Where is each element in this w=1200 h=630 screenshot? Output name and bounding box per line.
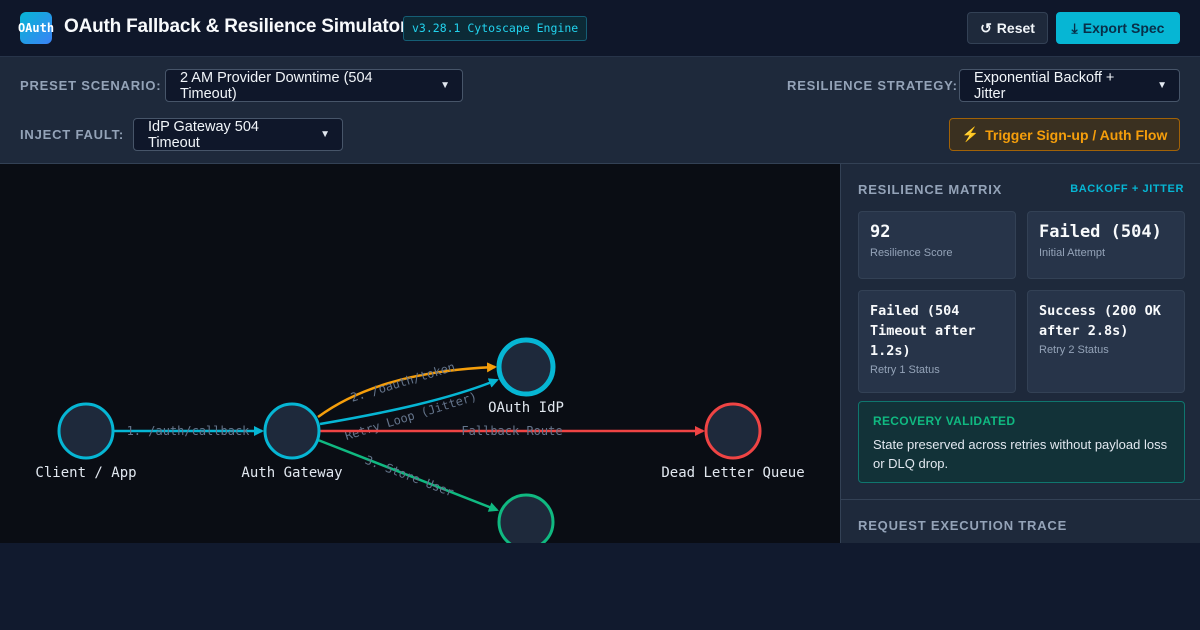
recovery-status-box: RECOVERY VALIDATED State preserved acros… <box>858 401 1185 483</box>
edge-client-gateway[interactable]: 1. /auth/callback <box>114 424 264 438</box>
initial-attempt-value: Failed (504) <box>1039 222 1162 242</box>
flow-graph-svg: 1. /auth/callback 2. /oauth/token Retry … <box>35 337 805 543</box>
resilience-score-card: 92 Resilience Score <box>858 211 1016 279</box>
control-bar: PRESET SCENARIO: 2 AM Provider Downtime … <box>0 57 1200 164</box>
edge-gateway-idp-token[interactable]: 2. /oauth/token <box>317 360 497 419</box>
resilience-strategy-label: RESILIENCE STRATEGY: <box>787 78 958 93</box>
recovery-title: RECOVERY VALIDATED <box>873 414 1016 428</box>
chevron-down-icon: ▼ <box>1157 80 1167 91</box>
preset-scenario-value: 2 AM Provider Downtime (504 Timeout) <box>180 69 373 102</box>
retry-2-value: Success (200 OK after 2.8s) <box>1039 303 1161 339</box>
flow-graph-canvas[interactable]: 1. /auth/callback 2. /oauth/token Retry … <box>0 164 840 543</box>
app-header: OAuth OAuth Fallback & Resilience Simula… <box>0 0 1200 57</box>
reset-button[interactable]: ↺ Reset <box>967 12 1048 44</box>
export-spec-button[interactable]: ⤓ Export Spec <box>1056 12 1180 44</box>
resilience-side-panel: RESILIENCE MATRIX BACKOFF + JITTER 92 Re… <box>840 164 1200 543</box>
version-badge: v3.28.1 Cytoscape Engine <box>403 16 588 41</box>
node-user-store[interactable] <box>497 493 555 543</box>
node-dead-letter-queue[interactable]: Dead Letter Queue <box>661 402 805 481</box>
inject-fault-value: IdP Gateway 504 Timeout <box>148 118 259 151</box>
node-label: Dead Letter Queue <box>661 465 804 481</box>
node-oauth-idp[interactable]: OAuth IdP <box>488 337 564 416</box>
inject-fault-select[interactable]: IdP Gateway 504 Timeout ▼ <box>133 118 343 151</box>
initial-attempt-card: Failed (504) Initial Attempt <box>1027 211 1185 279</box>
node-label: Auth Gateway <box>241 465 342 481</box>
trigger-label: Trigger Sign-up / Auth Flow <box>985 126 1168 143</box>
chevron-down-icon: ▼ <box>440 80 450 91</box>
resilience-matrix-title: RESILIENCE MATRIX <box>858 182 1003 197</box>
node-label: Client / App <box>35 465 136 481</box>
retry-1-card: Failed (504 Timeout after 1.2s) Retry 1 … <box>858 290 1016 393</box>
edge-label: 1. /auth/callback <box>127 424 251 438</box>
strategy-tag: BACKOFF + JITTER <box>1070 183 1184 195</box>
download-icon: ⤓ <box>1071 19 1078 36</box>
node-client-app[interactable]: Client / App <box>35 402 137 481</box>
trigger-auth-flow-button[interactable]: ⚡ Trigger Sign-up / Auth Flow <box>949 118 1180 151</box>
oauth-logo-icon: OAuth <box>18 12 54 44</box>
edge-gateway-store-user[interactable]: 3. Store User <box>317 438 499 512</box>
retry-2-card: Success (200 OK after 2.8s) Retry 2 Stat… <box>1027 290 1185 393</box>
export-label: Export Spec <box>1082 20 1165 36</box>
resilience-strategy-value: Exponential Backoff + Jitter <box>974 69 1115 102</box>
preset-scenario-label: PRESET SCENARIO: <box>20 78 162 93</box>
resilience-strategy-select[interactable]: Exponential Backoff + Jitter ▼ <box>959 69 1180 102</box>
app-title: OAuth Fallback & Resilience Simulator <box>64 16 408 37</box>
resilience-score-caption: Resilience Score <box>870 247 953 259</box>
execution-trace-title: REQUEST EXECUTION TRACE <box>858 518 1068 533</box>
chevron-down-icon: ▼ <box>320 129 330 140</box>
preset-scenario-select[interactable]: 2 AM Provider Downtime (504 Timeout) ▼ <box>165 69 463 102</box>
retry-1-caption: Retry 1 Status <box>870 364 940 376</box>
retry-2-caption: Retry 2 Status <box>1039 344 1109 356</box>
section-divider <box>841 499 1200 500</box>
initial-attempt-caption: Initial Attempt <box>1039 247 1106 259</box>
resilience-score-value: 92 <box>870 222 891 242</box>
page-footer-area <box>0 543 1200 630</box>
retry-1-value: Failed (504 Timeout after 1.2s) <box>870 303 976 359</box>
lightning-icon: ⚡ <box>961 126 980 142</box>
reset-icon: ↺ <box>980 19 992 36</box>
edge-label: Fallback Route <box>461 424 562 438</box>
edge-label: 3. Store User <box>363 453 456 500</box>
inject-fault-label: INJECT FAULT: <box>20 127 125 142</box>
recovery-text: State preserved across retries without p… <box>873 437 1168 471</box>
node-label: OAuth IdP <box>488 400 564 416</box>
reset-label: Reset <box>996 20 1035 36</box>
